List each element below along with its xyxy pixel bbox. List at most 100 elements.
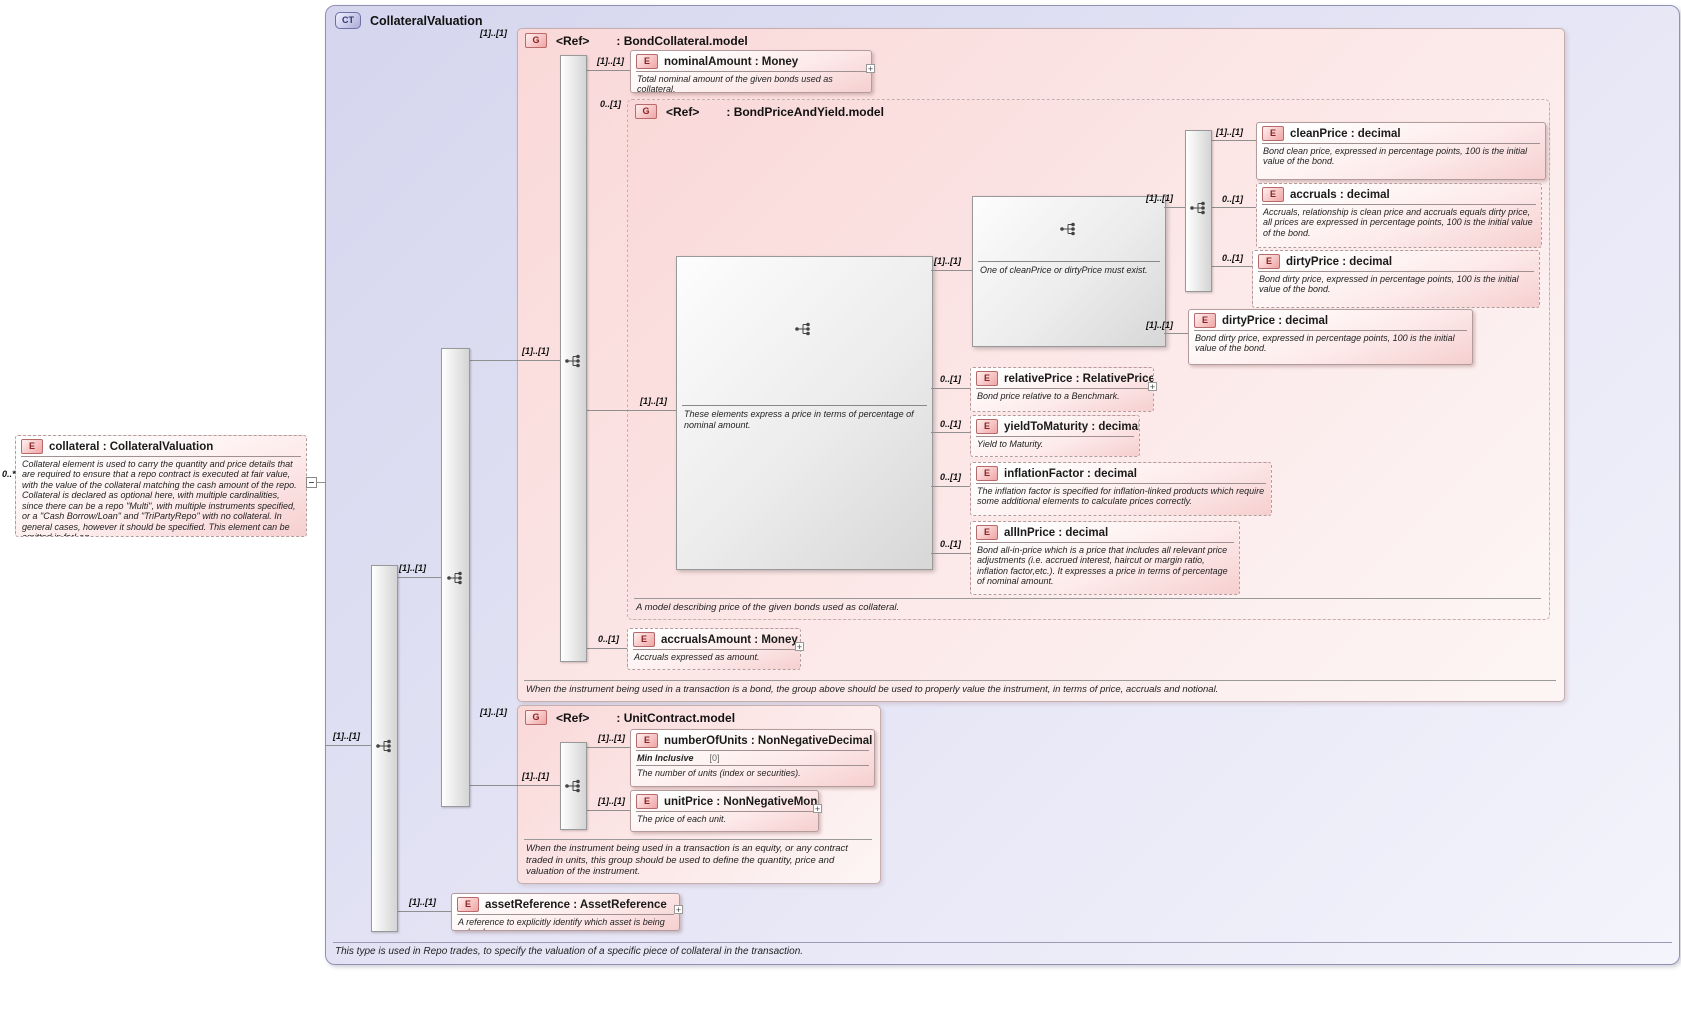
connector-line bbox=[326, 745, 371, 746]
element-description: Bond clean price, expressed in percentag… bbox=[1262, 143, 1540, 169]
element-yieldtomaturity[interactable]: E yieldToMaturity : decimal Yield to Mat… bbox=[970, 415, 1140, 457]
element-title: dirtyPrice : decimal bbox=[1222, 315, 1328, 327]
cardinality-label: 0..[1] bbox=[940, 472, 961, 482]
element-description: Bond price relative to a Benchmark. bbox=[976, 388, 1148, 403]
connector-line bbox=[585, 747, 630, 748]
group-header: G <Ref> : BondCollateral.model bbox=[525, 33, 1558, 48]
connector-line bbox=[585, 410, 676, 411]
element-badge: E bbox=[636, 794, 658, 809]
element-badge: E bbox=[633, 632, 655, 647]
expand-button[interactable]: + bbox=[813, 804, 822, 813]
cardinality-label: 0..[1] bbox=[940, 374, 961, 384]
element-numberofunits[interactable]: E numberOfUnits : NonNegativeDecimal Min… bbox=[630, 729, 875, 787]
cardinality-label: 0..[1] bbox=[600, 99, 621, 109]
expand-button[interactable]: + bbox=[795, 642, 804, 651]
sequence-icon bbox=[564, 353, 582, 369]
element-title: relativePrice : RelativePrice bbox=[1004, 373, 1154, 385]
element-relativeprice[interactable]: E relativePrice : RelativePrice Bond pri… bbox=[970, 367, 1154, 412]
complex-type-header: CT CollateralValuation bbox=[335, 12, 483, 29]
connector-line bbox=[396, 577, 441, 578]
element-description: Bond all-in-price which is a price that … bbox=[976, 542, 1234, 589]
element-badge: E bbox=[976, 419, 998, 434]
element-description: The price of each unit. bbox=[636, 811, 813, 826]
group-ref-label: <Ref> bbox=[556, 34, 589, 48]
element-inflationfactor[interactable]: E inflationFactor : decimal The inflatio… bbox=[970, 462, 1272, 516]
group-header: G <Ref> : BondPriceAndYield.model bbox=[635, 104, 1543, 119]
complex-type-name: CollateralValuation bbox=[370, 14, 483, 28]
element-dirtyprice-required[interactable]: E dirtyPrice : decimal Bond dirty price,… bbox=[1188, 309, 1473, 365]
element-cleanprice[interactable]: E cleanPrice : decimal Bond clean price,… bbox=[1256, 122, 1546, 180]
connector-line bbox=[1164, 207, 1185, 208]
element-badge: E bbox=[976, 466, 998, 481]
element-assetreference[interactable]: E assetReference : AssetReference A refe… bbox=[451, 893, 680, 931]
connector-line bbox=[468, 785, 560, 786]
element-badge: E bbox=[976, 371, 998, 386]
sequence-icon bbox=[794, 321, 812, 337]
connector-line bbox=[1210, 266, 1252, 267]
group-ref-label: <Ref> bbox=[556, 711, 589, 725]
sequence-bar-outer[interactable] bbox=[371, 565, 398, 932]
collapse-toggle[interactable] bbox=[306, 477, 317, 488]
complex-type-badge: CT bbox=[335, 12, 361, 29]
element-title: allInPrice : decimal bbox=[1004, 527, 1108, 539]
element-title: assetReference : AssetReference bbox=[485, 899, 667, 911]
cardinality-label: [1]..[1] bbox=[597, 56, 624, 66]
cardinality-label: [1]..[1] bbox=[480, 707, 507, 717]
sequence-bar-bondcollateral[interactable] bbox=[560, 55, 587, 662]
group-badge: G bbox=[525, 33, 547, 48]
group-header: G <Ref> : UnitContract.model bbox=[525, 710, 874, 725]
element-title: numberOfUnits : NonNegativeDecimal bbox=[664, 735, 872, 747]
complex-type-footnote: This type is used in Repo trades, to spe… bbox=[333, 942, 1672, 958]
element-description: Bond dirty price, expressed in percentag… bbox=[1194, 330, 1467, 356]
connector-line bbox=[1164, 333, 1188, 334]
cardinality-label: [1]..[1] bbox=[1146, 193, 1173, 203]
element-title: collateral : CollateralValuation bbox=[49, 441, 213, 453]
sequence-icon bbox=[1059, 221, 1077, 237]
cardinality-label: [1]..[1] bbox=[1146, 320, 1173, 330]
connector-line bbox=[396, 911, 451, 912]
group-footnote: When the instrument being used in a tran… bbox=[524, 839, 872, 878]
facet-value: [0] bbox=[710, 753, 720, 763]
expand-button[interactable]: + bbox=[866, 64, 875, 73]
element-title: nominalAmount : Money bbox=[664, 56, 798, 68]
element-accrualsamount[interactable]: E accrualsAmount : Money Accruals expres… bbox=[627, 628, 801, 670]
cardinality-label: [1]..[1] bbox=[598, 796, 625, 806]
clean-or-dirty-choice-box[interactable]: One of cleanPrice or dirtyPrice must exi… bbox=[972, 196, 1166, 347]
sequence-bar-unitcontract[interactable] bbox=[560, 742, 587, 830]
expand-button[interactable]: + bbox=[1148, 382, 1157, 391]
element-badge: E bbox=[1194, 313, 1216, 328]
element-title: cleanPrice : decimal bbox=[1290, 128, 1401, 140]
element-badge: E bbox=[976, 525, 998, 540]
element-description: Accruals, relationship is clean price an… bbox=[1262, 204, 1536, 240]
element-title: unitPrice : NonNegativeMoney bbox=[664, 796, 819, 808]
element-collateral[interactable]: E collateral : CollateralValuation Colla… bbox=[15, 435, 307, 537]
element-title: accrualsAmount : Money bbox=[661, 634, 798, 646]
element-nominalamount[interactable]: E nominalAmount : Money Total nominal am… bbox=[630, 50, 872, 93]
element-title: dirtyPrice : decimal bbox=[1286, 256, 1392, 268]
cardinality-label: [1]..[1] bbox=[522, 771, 549, 781]
element-badge: E bbox=[636, 54, 658, 69]
element-dirtyprice-optional[interactable]: E dirtyPrice : decimal Bond dirty price,… bbox=[1252, 250, 1540, 308]
group-footnote: A model describing price of the given bo… bbox=[634, 598, 1541, 614]
element-accruals[interactable]: E accruals : decimal Accruals, relations… bbox=[1256, 183, 1542, 248]
element-unitprice[interactable]: E unitPrice : NonNegativeMoney The price… bbox=[630, 790, 819, 832]
element-badge: E bbox=[1262, 126, 1284, 141]
sequence-bar-inner[interactable] bbox=[441, 348, 470, 807]
constraint-note: These elements express a price in terms … bbox=[682, 405, 927, 433]
element-badge: E bbox=[1258, 254, 1280, 269]
cardinality-label: [1]..[1] bbox=[640, 396, 667, 406]
element-description: Yield to Maturity. bbox=[976, 436, 1134, 451]
percentage-price-constraint-box[interactable]: These elements express a price in terms … bbox=[676, 256, 933, 570]
group-type-label: : BondPriceAndYield.model bbox=[726, 105, 884, 119]
cardinality-label: 0..[1] bbox=[1222, 194, 1243, 204]
cardinality-label: [1]..[1] bbox=[1216, 127, 1243, 137]
sequence-bar-price[interactable] bbox=[1185, 130, 1212, 292]
cardinality-label: 0..[1] bbox=[940, 419, 961, 429]
expand-button[interactable]: + bbox=[674, 905, 683, 914]
constraint-note: One of cleanPrice or dirtyPrice must exi… bbox=[978, 261, 1160, 279]
element-description: Collateral element is used to carry the … bbox=[21, 456, 301, 537]
cardinality-label: [1]..[1] bbox=[598, 733, 625, 743]
group-type-label: : UnitContract.model bbox=[616, 711, 735, 725]
element-allinprice[interactable]: E allInPrice : decimal Bond all-in-price… bbox=[970, 521, 1240, 595]
facet-row: Min Inclusive [0] bbox=[636, 750, 869, 765]
